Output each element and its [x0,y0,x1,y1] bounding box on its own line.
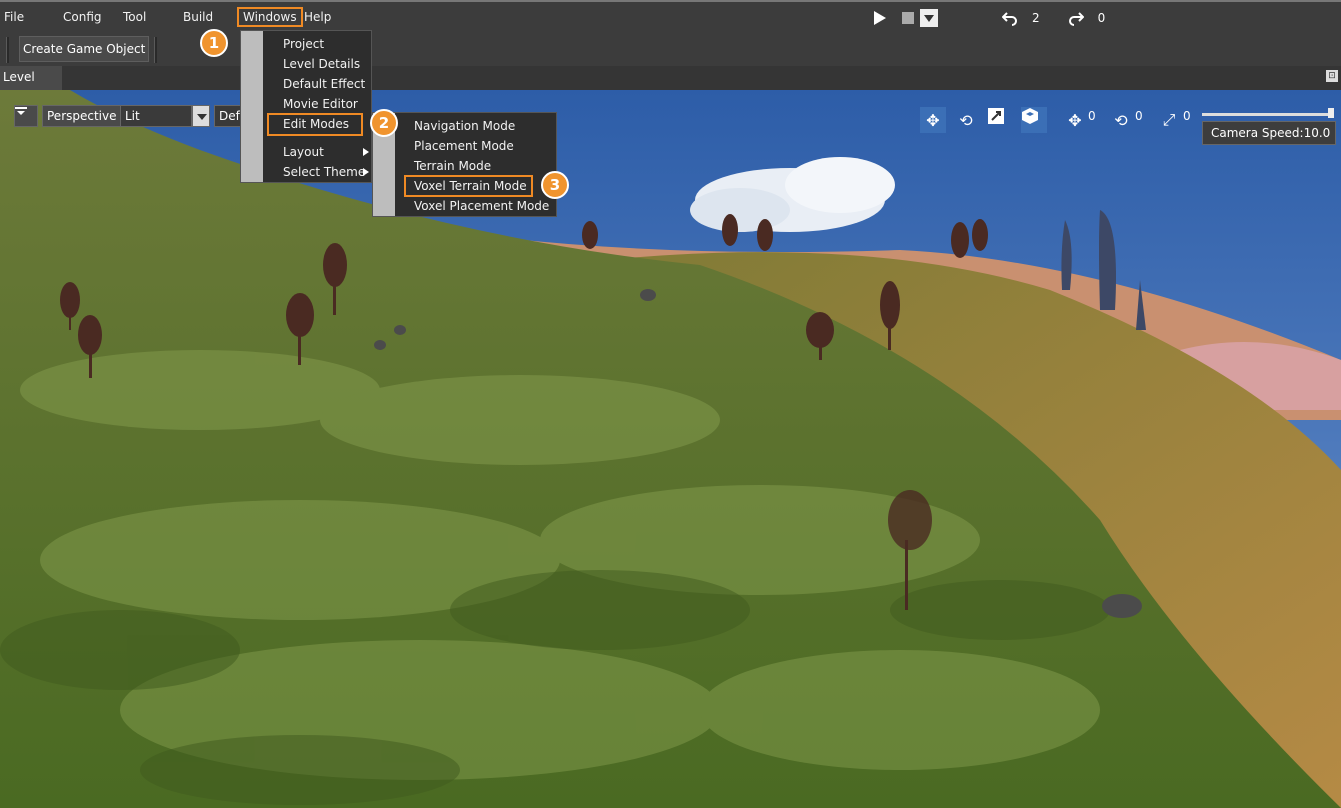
menu-item-terrain-mode[interactable]: Terrain Mode [414,156,491,176]
redo-count: 0 [1097,11,1106,25]
menu-tool[interactable]: Tool [123,10,146,24]
rotate-snap-icon[interactable]: ⟲ [1108,107,1134,133]
submenu-arrow-icon [363,168,369,176]
undo-count: 2 [1032,11,1040,25]
create-game-object-button[interactable]: Create Game Object [19,36,150,62]
menu-help[interactable]: Help [304,10,331,24]
menu-gutter [241,31,263,182]
menu-item-project[interactable]: Project [283,34,324,54]
chevron-down-icon[interactable] [192,105,210,127]
camera-speed-slider-handle[interactable] [1328,108,1334,118]
menu-item-placement-mode[interactable]: Placement Mode [414,136,514,156]
step-callout-2: 2 [370,109,398,137]
menu-item-voxel-terrain-mode[interactable]: Voxel Terrain Mode [404,175,533,197]
playback-controls [872,8,938,28]
menu-item-level-details[interactable]: Level Details [283,54,360,74]
menu-item-navigation-mode[interactable]: Navigation Mode [414,116,515,136]
menubar: File Config Tool Build Windows Help 2 0 [0,0,1341,34]
scale-snap-icon[interactable]: ⤢ [1156,107,1182,133]
camera-speed-label: Camera Speed:10.0 [1202,121,1336,145]
step-callout-3: 3 [541,171,569,199]
undo-icon[interactable] [1002,10,1018,26]
menu-item-movie-editor[interactable]: Movie Editor [283,94,358,114]
level-viewport[interactable]: Perspective Lit Defa ✥ ⟲ ✥ 0 ⟲ 0 ⤢ 0 Cam… [0,90,1341,808]
edit-modes-submenu: Navigation Mode Placement Mode Terrain M… [372,112,557,217]
toolbar-separator [6,37,9,63]
menu-item-voxel-placement-mode[interactable]: Voxel Placement Mode [414,196,549,216]
tab-bar: Level ⊡ [0,66,1341,90]
menu-file[interactable]: File [4,10,24,24]
default-select[interactable]: Defa [214,105,242,127]
translate-snap-value: 0 [1088,109,1096,123]
step-callout-1: 1 [200,29,228,57]
chevron-down-icon[interactable] [920,9,938,27]
perspective-button[interactable]: Perspective [42,105,122,127]
rotate-snap-value: 0 [1135,109,1143,123]
menu-item-layout[interactable]: Layout [283,142,324,162]
translate-snap-icon[interactable]: ✥ [1062,107,1088,133]
lighting-select[interactable]: Lit [120,105,192,127]
rotate-icon[interactable]: ⟲ [953,107,979,133]
toolbar-separator [154,37,157,63]
camera-speed-slider[interactable] [1202,113,1332,116]
menu-windows[interactable]: Windows [237,7,303,27]
scale-snap-value: 0 [1183,109,1191,123]
stop-icon[interactable] [902,12,914,24]
history-controls: 2 0 [1002,8,1105,28]
menu-item-edit-modes[interactable]: Edit Modes [267,113,363,136]
scale-icon[interactable] [987,107,1013,133]
play-icon[interactable] [872,10,888,26]
redo-icon[interactable] [1068,10,1084,26]
menu-build[interactable]: Build [183,10,213,24]
terrain-scene [0,90,1341,808]
menu-item-default-effect[interactable]: Default Effect [283,74,365,94]
pin-icon[interactable]: ⊡ [1326,70,1338,82]
local-space-icon[interactable] [1021,107,1047,133]
move-icon[interactable]: ✥ [920,107,946,133]
windows-menu: Project Level Details Default Effect Mov… [240,30,372,183]
tab-level[interactable]: Level [0,66,62,90]
viewport-menu-button[interactable] [14,105,38,127]
menu-config[interactable]: Config [63,10,102,24]
submenu-arrow-icon [363,148,369,156]
menu-item-select-theme[interactable]: Select Theme [283,162,365,182]
